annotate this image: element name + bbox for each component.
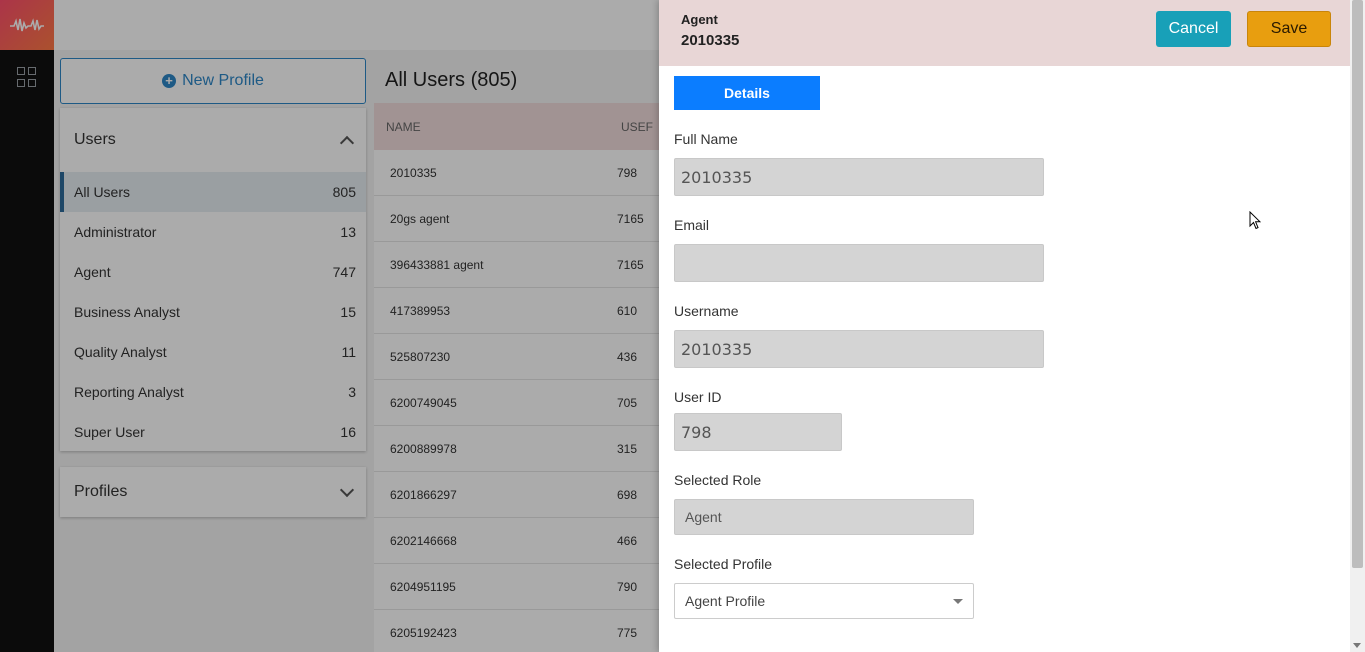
mouse-pointer-icon [1249,210,1262,235]
cancel-button[interactable]: Cancel [1156,11,1231,47]
full-name-field[interactable]: 2010335 [674,158,1044,196]
scroll-down-arrow-icon[interactable] [1353,643,1361,648]
selected-profile-select[interactable]: Agent Profile [674,583,974,619]
user-edit-drawer: Agent 2010335 Cancel Save Details Full N… [659,0,1365,652]
scrollbar-thumb[interactable] [1352,0,1363,568]
save-button[interactable]: Save [1247,11,1331,47]
full-name-label: Full Name [674,131,738,147]
drawer-scrollbar[interactable] [1350,0,1365,652]
user-id-field[interactable]: 798 [674,413,842,451]
drawer-role: Agent [681,12,718,27]
selected-profile-label: Selected Profile [674,556,773,572]
username-field[interactable]: 2010335 [674,330,1044,368]
username-label: Username [674,303,739,319]
caret-down-icon [953,598,963,604]
tab-details[interactable]: Details [674,76,820,110]
email-field[interactable] [674,244,1044,282]
drawer-user-name: 2010335 [681,32,740,49]
drawer-header: Agent 2010335 Cancel Save [659,0,1365,66]
selected-role-label: Selected Role [674,472,762,488]
selected-role-field[interactable]: Agent [674,499,974,535]
user-id-label: User ID [674,389,722,405]
email-label: Email [674,217,710,233]
selected-profile-value: Agent Profile [685,593,766,609]
